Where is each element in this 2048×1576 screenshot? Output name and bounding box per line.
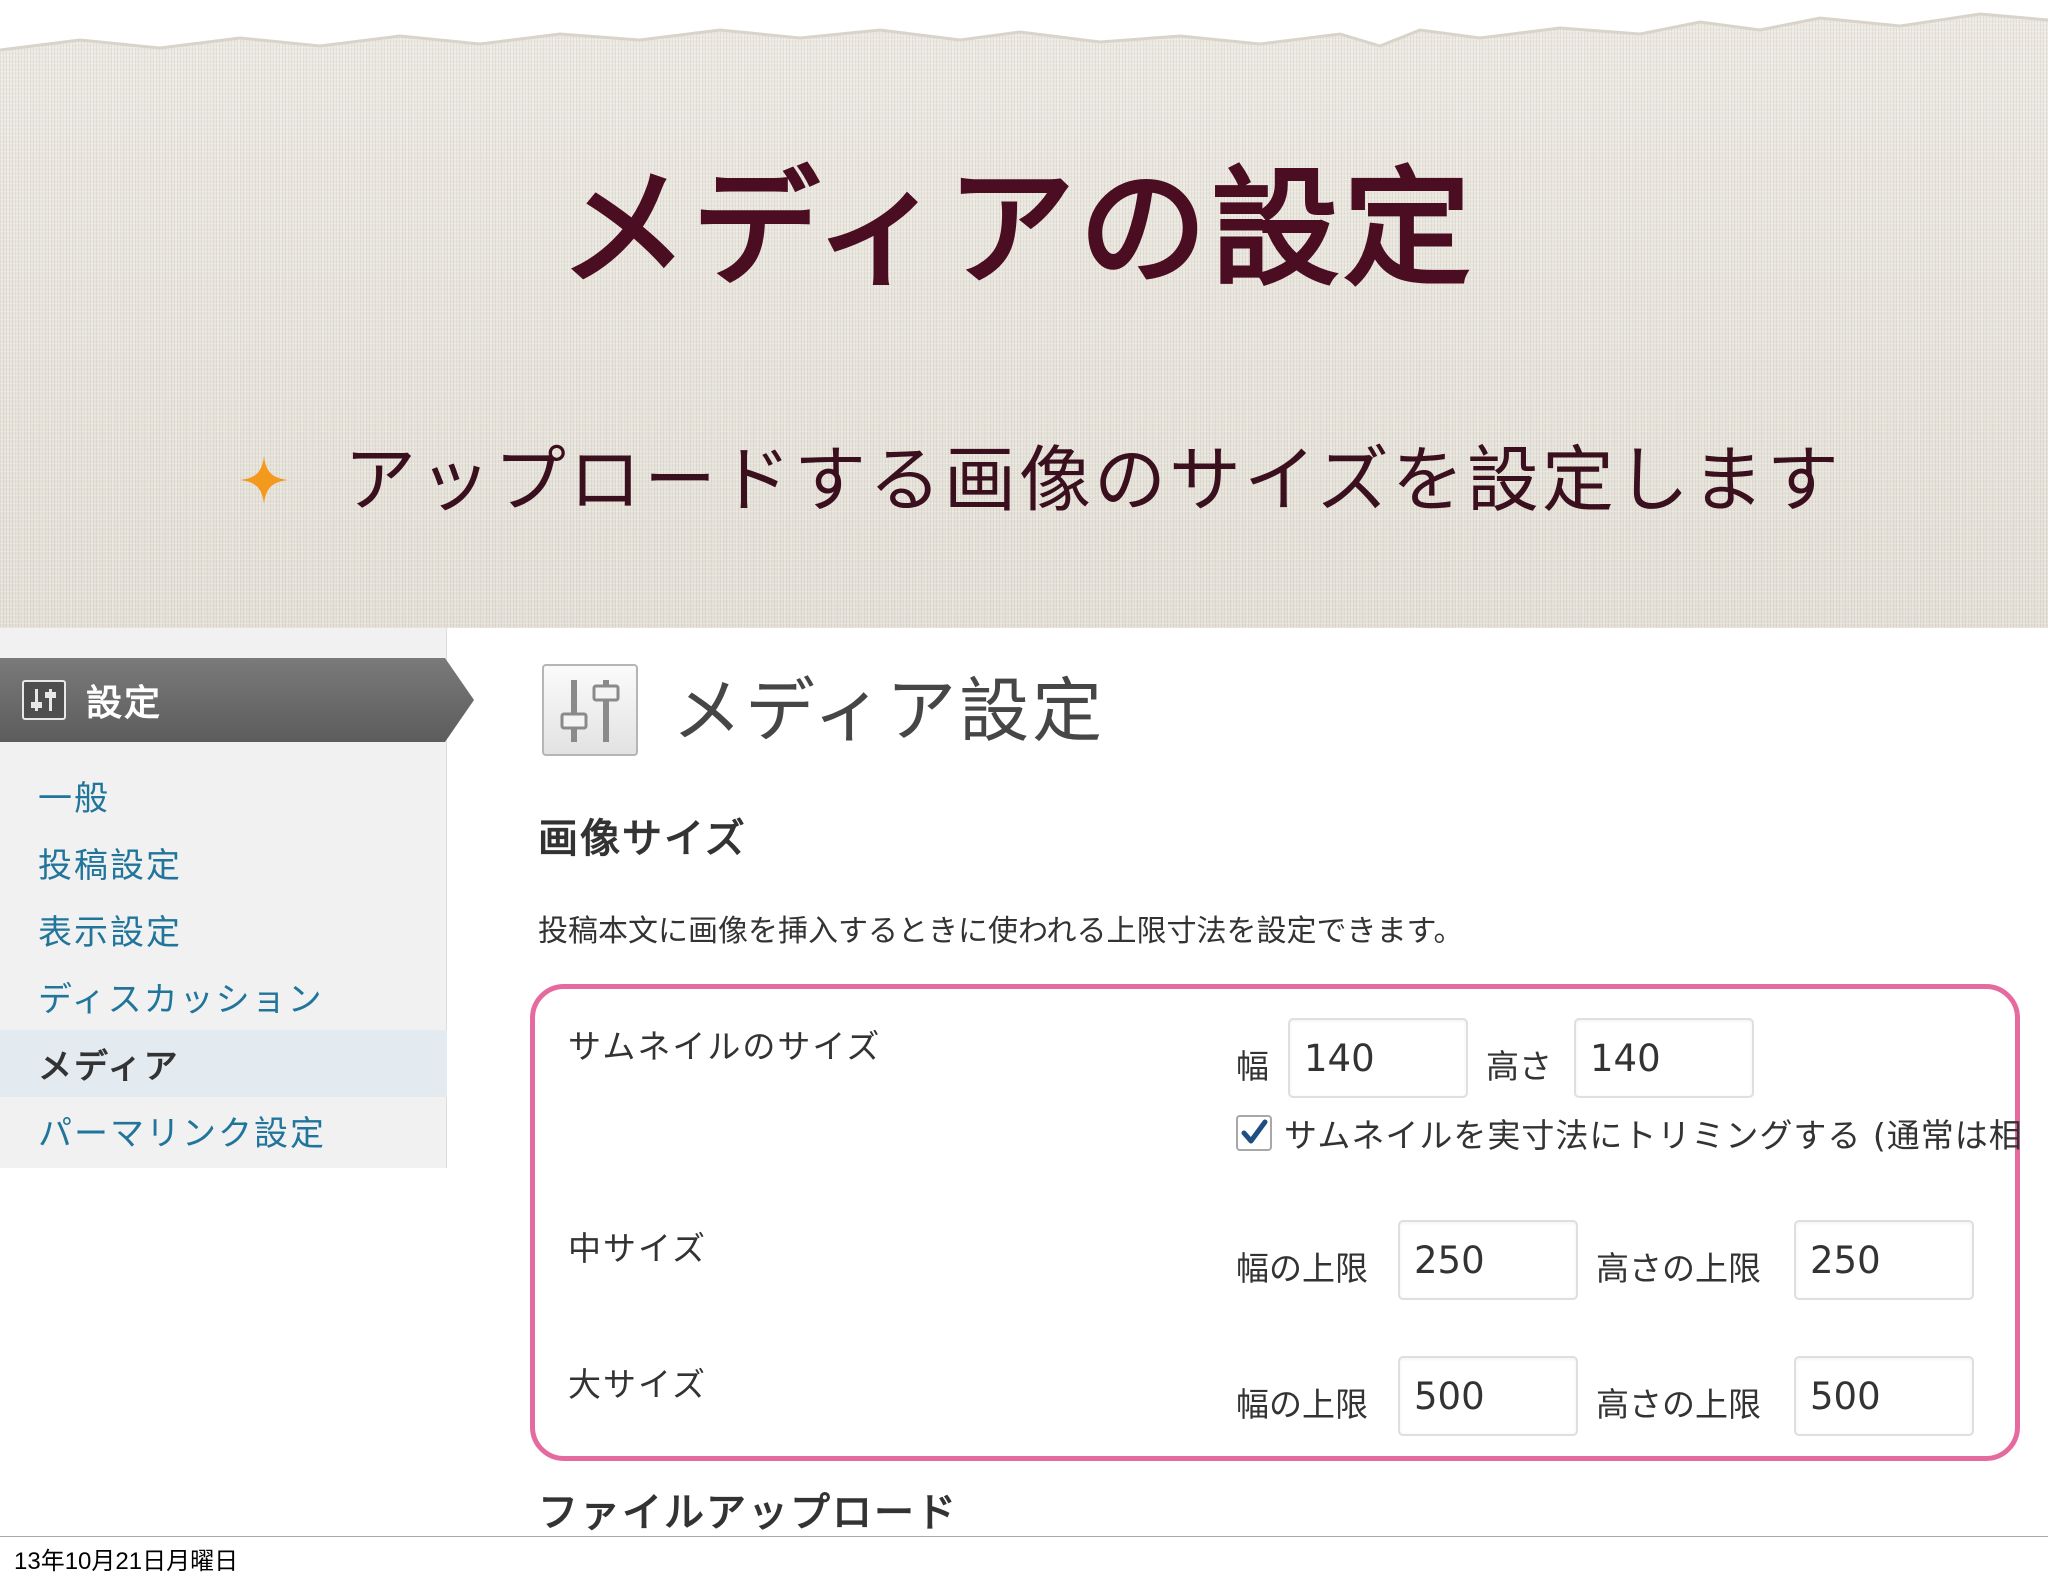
thumbnail-height-label: 高さ [1486,1047,1552,1086]
sidebar-item-writing[interactable]: 投稿設定 [0,829,447,896]
medium-width-input[interactable] [1398,1220,1578,1300]
sidebar-item-permalinks[interactable]: パーマリンク設定 [0,1097,447,1164]
page-title: メディア設定 [672,670,1106,752]
sidebar-item-discussion[interactable]: ディスカッション [0,963,447,1030]
thumbnail-width-label: 幅 [1236,1047,1269,1086]
large-height-input[interactable] [1794,1356,1974,1436]
medium-size-label: 中サイズ [568,1229,708,1268]
sidebar-item-general[interactable]: 一般 [0,762,447,829]
sidebar-item-media[interactable]: メディア [0,1030,447,1097]
thumbnail-crop-option: サムネイルを実寸法にトリミングする (通常は相 [1236,1108,2048,1158]
large-width-input[interactable] [1398,1356,1578,1436]
bullet-text: アップロードする画像のサイズを設定します [344,438,1842,522]
section-title-image-sizes: 画像サイズ [538,816,747,862]
thumbnail-width-input[interactable] [1288,1018,1468,1098]
footer-date: 13年10月21日月曜日 [14,1548,239,1575]
thumbnail-height-input[interactable] [1574,1018,1754,1098]
sidebar-item-reading[interactable]: 表示設定 [0,896,447,963]
slide-bullet: アップロードする画像のサイズを設定します [238,440,1842,520]
torn-fabric-edge [0,0,2048,52]
sidebar-menu-label: 設定 [86,683,163,724]
section-title-file-upload: ファイルアップロード [538,1490,958,1536]
four-point-star-icon [240,456,288,504]
sidebar-submenu: 一般 投稿設定 表示設定 ディスカッション メディア パーマリンク設定 [0,762,447,1164]
slide-header: メディアの設定 アップロードする画像のサイズを設定します [0,0,2048,628]
medium-height-input[interactable] [1794,1220,1974,1300]
thumbnail-size-label: サムネイルのサイズ [568,1027,882,1066]
slide-title: メディアの設定 [560,155,1476,304]
section-description: 投稿本文に画像を挿入するときに使われる上限寸法を設定できます。 [538,914,1464,949]
admin-sidebar: 設定 一般 投稿設定 表示設定 ディスカッション メディア パーマリンク設定 [0,628,474,1168]
medium-height-label: 高さの上限 [1596,1249,1761,1288]
check-icon [1241,1119,1268,1144]
large-width-label: 幅の上限 [1236,1385,1368,1424]
settings-sliders-icon [22,680,66,720]
large-size-label: 大サイズ [568,1365,708,1404]
settings-sliders-icon [542,664,638,756]
large-height-label: 高さの上限 [1596,1385,1761,1424]
medium-width-label: 幅の上限 [1236,1249,1368,1288]
admin-screenshot: 設定 一般 投稿設定 表示設定 ディスカッション メディア パーマリンク設定 メ… [0,628,2048,1536]
thumbnail-crop-checkbox[interactable] [1236,1115,1272,1151]
thumbnail-crop-label: サムネイルを実寸法にトリミングする (通常は相 [1284,1116,2023,1155]
sidebar-menu-settings[interactable]: 設定 [0,658,474,742]
slide-footer: 13年10月21日月曜日 [0,1536,2048,1576]
